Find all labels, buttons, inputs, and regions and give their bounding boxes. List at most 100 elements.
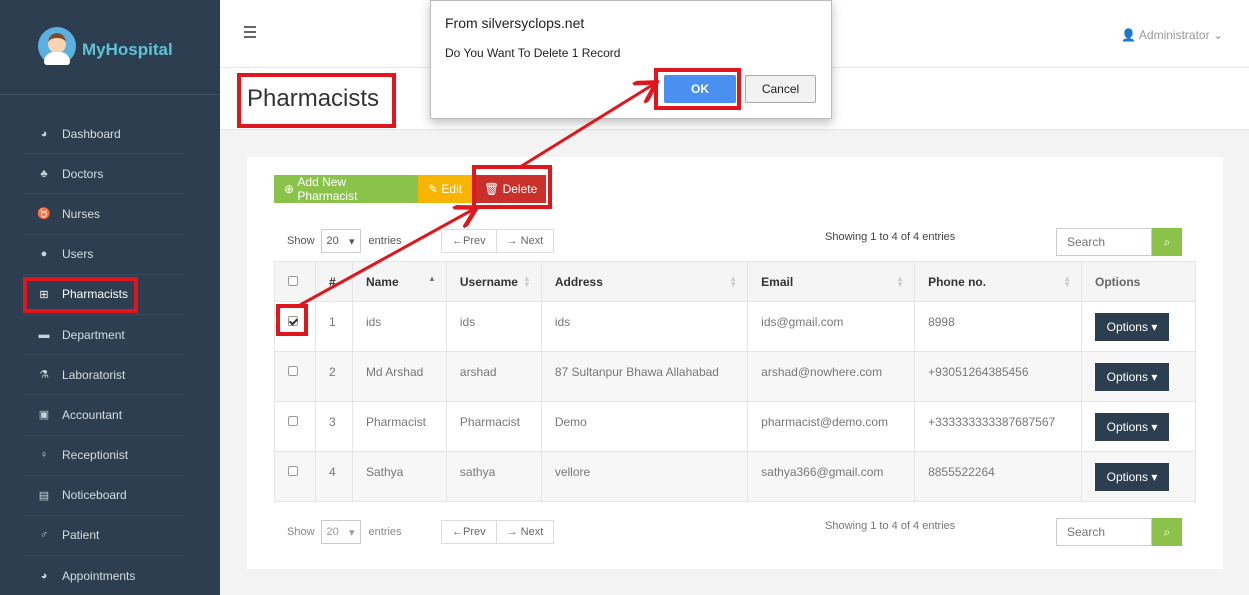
cell-name: ids xyxy=(351,301,447,352)
caret-down-icon: ▾ xyxy=(349,526,355,539)
next-button[interactable]: → Next xyxy=(495,230,554,252)
highlight-ok-button xyxy=(654,68,741,110)
search-icon: ⌕ xyxy=(1163,234,1171,249)
column-header-label: Username xyxy=(459,274,518,289)
column-header-email[interactable]: Email ▲ ▼ xyxy=(747,261,916,302)
table-row[interactable]: 4 Sathya sathya vellore sathya366@gmail.… xyxy=(274,451,1196,502)
options-dropdown-button[interactable]: Options ▾ xyxy=(1095,313,1169,341)
sidebar-item-department[interactable]: ▬ Department xyxy=(24,315,184,356)
entries-label: entries xyxy=(368,235,402,247)
dialog-message: Do You Want To Delete 1 Record xyxy=(445,46,621,60)
page-size-value: 20 xyxy=(326,526,339,538)
brand[interactable]: MyHospital xyxy=(0,0,220,95)
options-label: Options xyxy=(1106,320,1148,334)
sidebar-item-appointments[interactable]: ◕ Appointments xyxy=(24,556,184,595)
highlight-row-checkbox xyxy=(276,304,308,336)
column-header-username[interactable]: Username ▲ ▼ xyxy=(445,261,542,302)
sidebar-item-accountant[interactable]: ▣ Accountant xyxy=(24,395,184,436)
table-row[interactable]: 3 Pharmacist Pharmacist Demo pharmacist@… xyxy=(274,401,1196,452)
table-row[interactable]: 1 ids ids ids ids@gmail.com 8998 Options… xyxy=(274,301,1196,352)
search-button[interactable]: ⌕ xyxy=(1152,518,1182,546)
page-size-select[interactable]: 20 ▾ xyxy=(320,520,361,544)
entries-label: entries xyxy=(368,526,402,538)
cell-name: Pharmacist xyxy=(351,401,447,452)
sidebar-item-patient[interactable]: ♂ Patient xyxy=(24,516,184,557)
row-checkbox[interactable] xyxy=(288,416,298,426)
cell-address: Demo xyxy=(540,401,749,452)
sidebar-item-users[interactable]: ● Users xyxy=(24,235,184,275)
options-dropdown-button[interactable]: Options ▾ xyxy=(1095,363,1169,391)
search-input[interactable] xyxy=(1056,228,1152,256)
table-row[interactable]: 2 Md Arshad arshad 87 Sultanpur Bhawa Al… xyxy=(274,351,1196,402)
pharmacists-table: # Name ▲ Username ▲ ▼ Address ▲ ▼ Email ▲ ▼ Pho… xyxy=(274,261,1196,502)
dashboard-icon: ◕ xyxy=(40,569,48,582)
highlight-delete-button xyxy=(472,165,552,209)
cell-email: arshad@nowhere.com xyxy=(747,351,916,402)
caret-down-icon: ▾ xyxy=(1151,420,1158,434)
add-pharmacist-button[interactable]: ⊕ Add New Pharmacist xyxy=(274,175,418,203)
stethoscope-icon: ♉ xyxy=(37,208,51,221)
sidebar-item-noticeboard[interactable]: ▤ Noticeboard xyxy=(24,476,184,516)
select-all-checkbox[interactable] xyxy=(288,275,298,286)
search-button[interactable]: ⌕ xyxy=(1152,228,1182,256)
cell-options: Options ▾ xyxy=(1081,301,1196,352)
options-dropdown-button[interactable]: Options ▾ xyxy=(1095,413,1169,441)
search-box-bottom: ⌕ xyxy=(1056,518,1182,546)
sidebar-item-dashboard[interactable]: ◕ Dashboard xyxy=(24,114,184,155)
table-info-bottom: Showing 1 to 4 of 4 entries xyxy=(825,520,956,532)
column-header-num[interactable]: # xyxy=(314,261,353,302)
content-panel: ⊕ Add New Pharmacist ✎ Edit 🗑 Delete Sho… xyxy=(247,157,1223,569)
cell-phone: +333333333387687567 xyxy=(914,401,1082,452)
cell-address: 87 Sultanpur Bhawa Allahabad xyxy=(540,351,749,402)
cell-name: Sathya xyxy=(351,451,447,502)
sidebar-item-nurses[interactable]: ♉ Nurses xyxy=(24,194,184,235)
sidebar-item-doctors[interactable]: ♣ Doctors xyxy=(24,154,184,195)
cell-username: sathya xyxy=(445,451,542,502)
next-button[interactable]: → Next xyxy=(495,521,554,543)
female-icon: ♀ xyxy=(39,449,49,462)
page-size-control: Show 20 ▾ entries xyxy=(287,229,402,253)
hamburger-menu-icon[interactable] xyxy=(244,26,256,41)
sidebar-item-label: Department xyxy=(62,327,125,342)
prev-button[interactable]: ←Prev xyxy=(442,230,496,252)
cell-options: Options ▾ xyxy=(1081,351,1196,402)
row-checkbox[interactable] xyxy=(288,366,298,376)
chevron-down-icon: ⌄ xyxy=(1212,28,1223,42)
row-select-cell xyxy=(274,401,316,452)
briefcase-icon: ▬ xyxy=(38,328,50,341)
edit-button[interactable]: ✎ Edit xyxy=(418,175,474,203)
doctor-face xyxy=(48,33,66,53)
options-dropdown-button[interactable]: Options ▾ xyxy=(1095,463,1169,491)
confirm-dialog: From silversyclops.net Do You Want To De… xyxy=(430,0,832,119)
column-header-label: Address xyxy=(554,274,603,289)
column-header-label: Email xyxy=(761,274,794,289)
row-checkbox[interactable] xyxy=(288,466,298,476)
sidebar-item-label: Appointments xyxy=(62,568,136,583)
search-input[interactable] xyxy=(1056,518,1152,546)
sidebar-item-receptionist[interactable]: ♀ Receptionist xyxy=(24,436,184,476)
pagination-bottom: ←Prev → Next xyxy=(441,520,555,544)
sidebar-item-laboratorist[interactable]: ⚗ Laboratorist xyxy=(24,355,184,396)
column-header-address[interactable]: Address ▲ ▼ xyxy=(540,261,749,302)
page-size-value: 20 xyxy=(326,235,339,247)
page-size-select[interactable]: 20 ▾ xyxy=(320,229,361,253)
edit-label: Edit xyxy=(441,182,463,196)
search-box: ⌕ xyxy=(1056,228,1182,256)
column-header-name[interactable]: Name ▲ xyxy=(351,261,447,302)
cancel-button[interactable]: Cancel xyxy=(745,75,816,103)
prev-button[interactable]: ←Prev xyxy=(442,521,496,543)
cell-email: pharmacist@demo.com xyxy=(747,401,916,452)
highlight-page-title xyxy=(237,73,396,128)
options-label: Options xyxy=(1106,470,1148,484)
user-icon: 👤 xyxy=(1121,28,1137,42)
cell-name: Md Arshad xyxy=(351,351,447,402)
add-label: Add New Pharmacist xyxy=(297,175,358,203)
caret-down-icon: ▾ xyxy=(1151,470,1158,484)
page-size-control-bottom: Show 20 ▾ entries xyxy=(287,520,402,544)
cell-address: ids xyxy=(540,301,749,352)
cell-phone: +93051264385456 xyxy=(914,351,1082,402)
sidebar-item-label: Users xyxy=(62,247,94,262)
column-header-phone[interactable]: Phone no. ▲ ▼ xyxy=(914,261,1082,302)
cell-num: 3 xyxy=(314,401,353,452)
user-menu[interactable]: 👤 Administrator ⌄ xyxy=(1121,28,1223,42)
